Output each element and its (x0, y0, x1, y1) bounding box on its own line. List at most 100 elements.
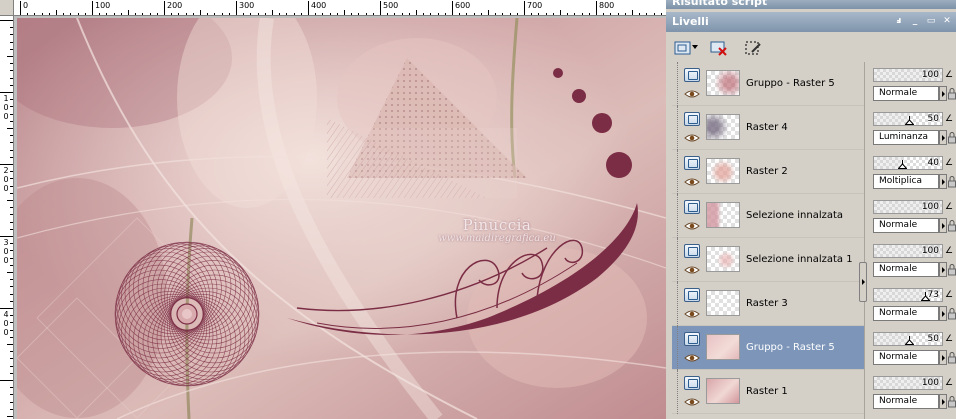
layer-row[interactable]: Raster 3 (672, 282, 864, 326)
eye-icon[interactable] (684, 397, 700, 407)
layer-row[interactable]: Raster 4 (672, 106, 864, 150)
right-panels: Risultato script Livelli ⅎ _ ▭ ✕ Gruppo … (666, 0, 956, 419)
opacity-slider[interactable]: 40 (873, 156, 943, 170)
opacity-curve-icon[interactable]: ∠ (944, 244, 954, 258)
slider-thumb-icon[interactable] (905, 336, 914, 345)
blend-mode-dropdown-icon[interactable] (939, 350, 947, 365)
layer-row[interactable]: Raster 1 (672, 370, 864, 414)
minimize-icon[interactable]: _ (910, 16, 920, 26)
image-canvas[interactable]: Pinuccia www.maidiregrafica.eu (17, 18, 666, 419)
opacity-slider[interactable]: 100 (873, 244, 943, 258)
eye-icon[interactable] (684, 309, 700, 319)
blend-mode-select[interactable]: Normale (873, 218, 939, 233)
layer-row[interactable]: Raster 2 (672, 150, 864, 194)
blend-mode-select[interactable]: Luminanza (873, 130, 939, 145)
blend-mode-select[interactable]: Normale (873, 394, 939, 409)
ruler-tick (10, 365, 13, 367)
layer-thumbnail[interactable] (706, 70, 740, 96)
delete-layer-button[interactable] (708, 37, 730, 59)
eye-icon[interactable] (684, 265, 700, 275)
opacity-slider[interactable]: 73 (873, 288, 943, 302)
blend-mode-dropdown-icon[interactable] (939, 262, 947, 277)
blend-mode-dropdown-icon[interactable] (939, 218, 947, 233)
ruler-tick (380, 1, 381, 15)
layer-mask-button[interactable] (742, 37, 764, 59)
tree-connector (677, 238, 678, 282)
slider-thumb-icon[interactable] (898, 160, 907, 169)
pin-icon[interactable]: ⅎ (894, 16, 904, 26)
eye-icon[interactable] (684, 133, 700, 143)
opacity-curve-icon[interactable]: ∠ (944, 376, 954, 390)
layer-row[interactable]: Gruppo - Raster 5 (672, 326, 864, 370)
panel-splitter[interactable] (864, 62, 869, 419)
blend-mode-select[interactable]: Normale (873, 350, 939, 365)
ruler-tick (10, 48, 13, 50)
blend-mode-select[interactable]: Normale (873, 86, 939, 101)
tree-connector (677, 370, 678, 414)
restore-icon[interactable]: ▭ (926, 16, 936, 26)
lock-icon[interactable] (948, 175, 956, 188)
lock-icon[interactable] (948, 87, 956, 100)
layer-row[interactable]: Selezione innalzata (672, 194, 864, 238)
eye-icon[interactable] (684, 221, 700, 231)
opacity-slider[interactable]: 100 (873, 68, 943, 82)
layer-row[interactable]: Selezione innalzata 1 (672, 238, 864, 282)
layer-thumbnail[interactable] (706, 158, 740, 184)
lock-icon[interactable] (948, 219, 956, 232)
blend-mode-select[interactable]: Moltiplica (873, 174, 939, 189)
layer-thumbnail[interactable] (706, 114, 740, 140)
new-layer-dropdown-icon[interactable] (692, 45, 698, 49)
blend-mode-dropdown-icon[interactable] (939, 174, 947, 189)
tree-connector (677, 194, 678, 238)
new-layer-icon (674, 41, 691, 55)
layer-thumbnail[interactable] (706, 202, 740, 228)
tree-connector (677, 62, 678, 106)
delete-layer-icon (710, 41, 727, 56)
slider-thumb-icon[interactable] (905, 116, 914, 125)
script-output-titlebar[interactable]: Risultato script (666, 0, 956, 9)
blend-mode-dropdown-icon[interactable] (939, 86, 947, 101)
ruler-tick (10, 192, 13, 194)
layer-list[interactable]: Gruppo - Raster 5 Raster 4 Raster 2 Selezio… (672, 62, 864, 419)
new-layer-button[interactable] (672, 37, 694, 59)
layer-row[interactable]: Gruppo - Raster 5 (672, 62, 864, 106)
blend-mode-dropdown-icon[interactable] (939, 394, 947, 409)
opacity-curve-icon[interactable]: ∠ (944, 112, 954, 126)
opacity-slider[interactable]: 50 (873, 112, 943, 126)
layer-thumbnail[interactable] (706, 334, 740, 360)
eye-icon[interactable] (684, 177, 700, 187)
canvas-area[interactable]: Pinuccia www.maidiregrafica.eu (14, 16, 666, 419)
blend-mode-select[interactable]: Normale (873, 306, 939, 321)
ruler-tick (7, 272, 13, 273)
ruler-label: 0 (23, 1, 29, 10)
lock-icon[interactable] (948, 395, 956, 408)
lock-icon[interactable] (948, 263, 956, 276)
lock-icon[interactable] (948, 131, 956, 144)
blend-mode-select[interactable]: Normale (873, 262, 939, 277)
lock-icon[interactable] (948, 307, 956, 320)
eye-icon[interactable] (684, 89, 700, 99)
lock-icon[interactable] (948, 351, 956, 364)
opacity-slider[interactable]: 100 (873, 376, 943, 390)
opacity-slider[interactable]: 100 (873, 200, 943, 214)
opacity-curve-icon[interactable]: ∠ (944, 200, 954, 214)
opacity-slider[interactable]: 50 (873, 332, 943, 346)
opacity-curve-icon[interactable]: ∠ (944, 156, 954, 170)
opacity-curve-icon[interactable]: ∠ (944, 332, 954, 346)
eye-icon[interactable] (684, 353, 700, 363)
ruler-tick (0, 20, 13, 21)
opacity-curve-icon[interactable]: ∠ (944, 288, 954, 302)
ruler-tick (10, 336, 13, 338)
layer-thumbnail[interactable] (706, 246, 740, 272)
layer-thumbnail[interactable] (706, 290, 740, 316)
blend-mode-dropdown-icon[interactable] (939, 306, 947, 321)
ruler-tick (164, 1, 165, 15)
opacity-curve-icon[interactable]: ∠ (944, 68, 954, 82)
ruler-tick (10, 99, 13, 101)
blend-mode-dropdown-icon[interactable] (939, 130, 947, 145)
splitter-handle[interactable] (859, 262, 867, 302)
close-icon[interactable]: ✕ (942, 16, 952, 26)
layer-type-icon (684, 68, 700, 82)
layers-titlebar[interactable]: Livelli ⅎ _ ▭ ✕ (666, 12, 956, 32)
layer-thumbnail[interactable] (706, 378, 740, 404)
